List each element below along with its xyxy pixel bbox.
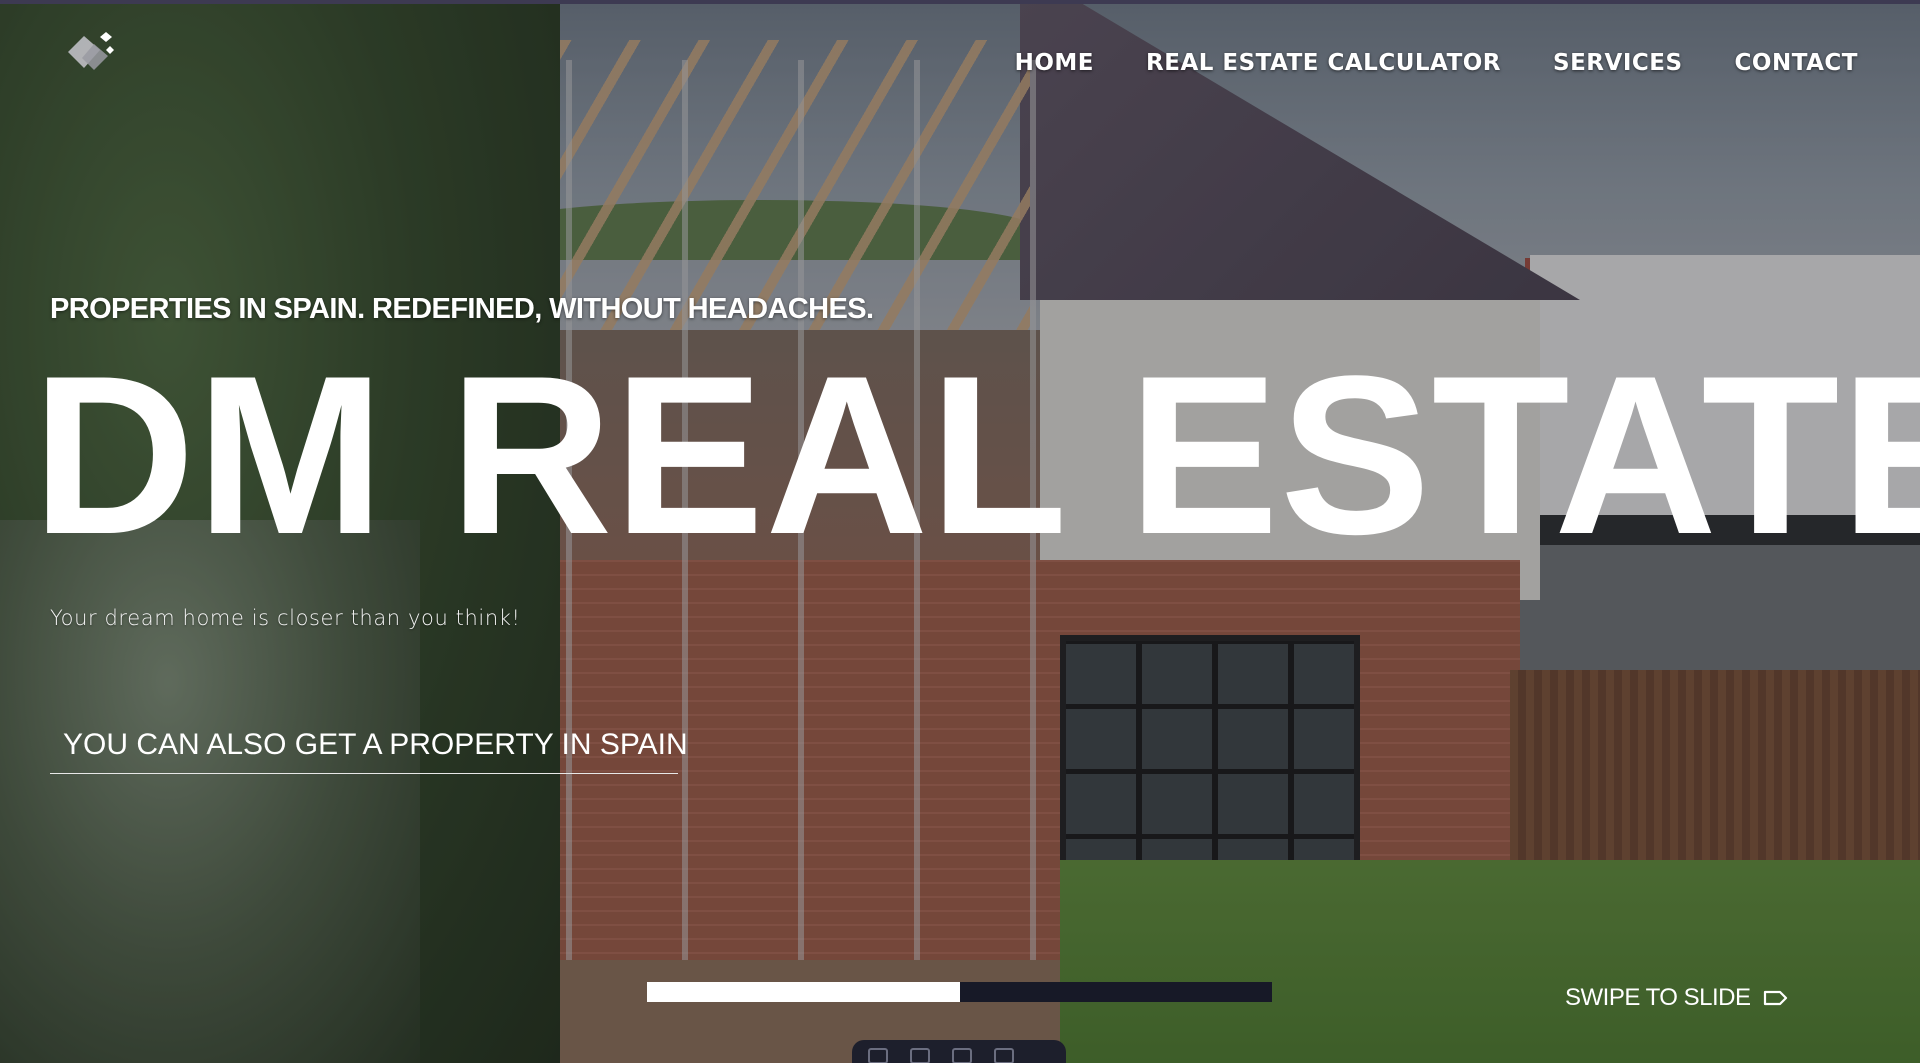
bottom-toolbar: [852, 1040, 1066, 1063]
toolbar-tool-icon[interactable]: [952, 1048, 972, 1063]
top-accent-bar: [0, 0, 1920, 4]
hero-title: DM REAL ESTATE: [32, 328, 1920, 581]
toolbar-tool-icon[interactable]: [910, 1048, 930, 1063]
nav-real-estate-calculator[interactable]: REAL ESTATE CALCULATOR: [1146, 50, 1501, 76]
property-cta-link[interactable]: YOU CAN ALSO GET A PROPERTY IN SPAIN: [50, 722, 688, 774]
swipe-label: SWIPE TO SLIDE: [1565, 984, 1751, 1011]
nav-home[interactable]: HOME: [1015, 50, 1094, 76]
hero-tagline: PROPERTIES IN SPAIN. REDEFINED, WITHOUT …: [50, 293, 874, 325]
cta-label: YOU CAN ALSO GET A PROPERTY IN SPAIN: [63, 728, 688, 761]
nav-contact[interactable]: CONTACT: [1735, 50, 1858, 76]
main-navigation: HOME REAL ESTATE CALCULATOR SERVICES CON…: [1015, 50, 1858, 76]
slider-progress-bar[interactable]: [647, 982, 1272, 1002]
diamond-cube-logo-icon: [68, 32, 114, 70]
toolbar-tool-icon[interactable]: [994, 1048, 1014, 1063]
tag-arrow-icon: [1763, 990, 1787, 1006]
nav-services[interactable]: SERVICES: [1553, 50, 1683, 76]
toolbar-tool-icon[interactable]: [868, 1048, 888, 1063]
brand-logo[interactable]: [60, 28, 122, 84]
hero-subtitle: Your dream home is closer than you think…: [50, 606, 521, 630]
slider-progress-fill: [647, 982, 960, 1002]
swipe-to-slide[interactable]: SWIPE TO SLIDE: [1565, 984, 1789, 1012]
